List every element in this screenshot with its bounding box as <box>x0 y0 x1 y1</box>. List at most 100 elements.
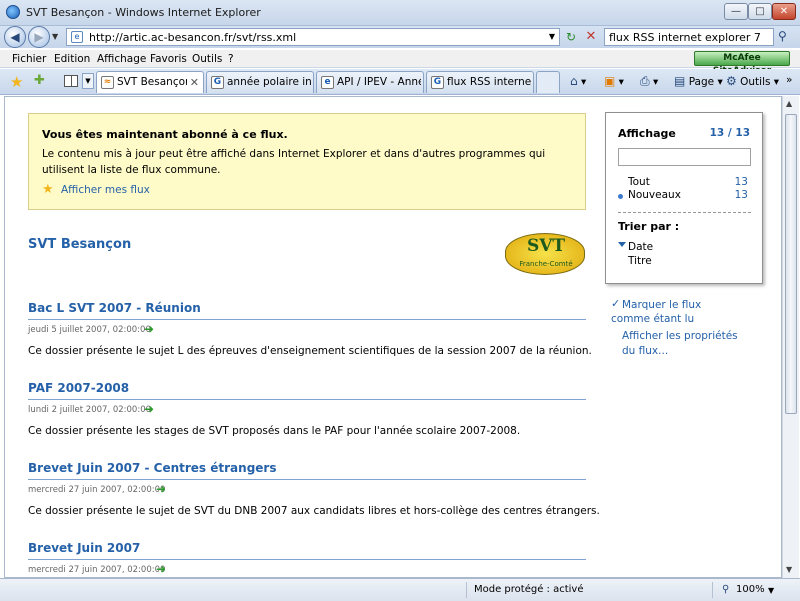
mcafee-siteadvisor-button[interactable]: McAfee SiteAdvisor <box>694 51 790 76</box>
url-dropdown-icon[interactable]: ▼ <box>549 32 555 41</box>
protected-mode-status[interactable]: Mode protégé : activé <box>474 584 583 595</box>
subscription-notice: Vous êtes maintenant abonné à ce flux. L… <box>28 113 586 210</box>
menu-fichier[interactable]: Fichier <box>12 53 46 65</box>
filter-new-link[interactable]: Nouveaux <box>628 189 681 201</box>
mark-feed-read-link-cont[interactable]: comme étant lu <box>611 312 694 327</box>
status-divider <box>712 582 713 598</box>
entry-date: mercredi 27 juin 2007, 02:00:00 <box>28 565 166 575</box>
menu-help[interactable]: ? <box>228 53 234 65</box>
entry-date: jeudi 5 juillet 2007, 02:00:00 <box>28 325 151 335</box>
vertical-scrollbar[interactable]: ▲ ▼ <box>782 96 799 578</box>
tab-label: année polaire inter... <box>227 76 311 88</box>
zoom-dropdown-icon[interactable]: ▼ <box>768 586 774 595</box>
maximize-button[interactable]: □ <box>748 3 772 20</box>
go-arrow-icon[interactable]: ➜ <box>144 402 154 416</box>
selected-dot-icon <box>618 194 623 199</box>
filter-search-input[interactable] <box>618 148 751 166</box>
scroll-down-icon[interactable]: ▼ <box>786 565 792 574</box>
toolbar-overflow-icon[interactable]: » <box>786 74 792 86</box>
quick-tabs-icon[interactable] <box>64 75 78 87</box>
url-text: http://artic.ac-besancon.fr/svt/rss.xml <box>89 31 297 44</box>
favorites-star-icon: ★ <box>42 182 54 197</box>
logo-subtext: Franche-Comté <box>519 260 573 268</box>
item-count: 13 / 13 <box>709 127 750 139</box>
add-favorite-icon[interactable]: ✚ <box>34 73 45 88</box>
search-icon[interactable]: ⚲ <box>778 29 787 43</box>
close-window-button[interactable]: ✕ <box>772 3 796 20</box>
svt-franche-comte-logo: SVT Franche-Comté <box>505 233 585 275</box>
forward-button[interactable]: ▶ <box>28 26 50 48</box>
tab-flux-rss[interactable]: G flux RSS internet ex... <box>426 71 534 93</box>
sort-heading: Trier par : <box>618 220 680 233</box>
google-icon: G <box>431 76 444 89</box>
gear-icon: ⚙ <box>726 74 737 88</box>
refresh-button[interactable]: ↻ <box>562 28 580 46</box>
tab-api-ipev[interactable]: e API / IPEV - Année ... <box>316 71 424 93</box>
tools-menu-button[interactable]: ⚙ Outils ▾ <box>726 74 779 88</box>
tab-list-dropdown[interactable]: ▼ <box>82 73 94 89</box>
scroll-up-icon[interactable]: ▲ <box>786 99 792 108</box>
menu-favoris[interactable]: Favoris <box>150 53 187 65</box>
tab-label: flux RSS internet ex... <box>447 76 531 88</box>
entry-title-link[interactable]: PAF 2007-2008 <box>28 381 586 400</box>
tab-svt-besancon[interactable]: ≈ SVT Besançon ✕ <box>96 71 204 93</box>
go-arrow-icon[interactable]: ➜ <box>144 322 154 336</box>
entry-title-link[interactable]: Brevet Juin 2007 - Centres étrangers <box>28 461 586 480</box>
tab-annee-polaire[interactable]: G année polaire inter... <box>206 71 314 93</box>
properties-line1: Afficher les propriétés <box>622 330 738 342</box>
view-my-feeds-link[interactable]: Afficher mes flux <box>61 184 150 196</box>
checkmark-icon: ✓ <box>611 297 621 310</box>
home-icon: ⌂ <box>570 74 578 88</box>
zoom-level[interactable]: 100% <box>736 584 765 595</box>
search-input[interactable]: flux RSS internet explorer 7 <box>604 28 774 46</box>
filter-new-count: 13 <box>734 189 748 201</box>
google-icon: G <box>211 76 224 89</box>
favorites-star-icon[interactable]: ★ <box>10 73 23 91</box>
notice-title: Vous êtes maintenant abonné à ce flux. <box>42 128 288 141</box>
scrollbar-thumb[interactable] <box>785 114 797 414</box>
tab-bar: ★ ✚ ▼ ≈ SVT Besançon ✕ G année polaire i… <box>0 69 800 95</box>
new-tab-button[interactable] <box>536 71 560 93</box>
entry-title-link[interactable]: Brevet Juin 2007 <box>28 541 586 560</box>
tab-label: SVT Besançon <box>117 76 187 88</box>
page-icon: e <box>321 76 334 89</box>
close-tab-icon[interactable]: ✕ <box>190 76 199 89</box>
back-button[interactable]: ◀ <box>4 26 26 48</box>
printer-icon: ⎙ <box>640 74 650 88</box>
entry-description: Ce dossier présente le sujet de SVT du D… <box>28 505 600 517</box>
feeds-button[interactable]: ▣ ▾ <box>604 74 624 88</box>
mark-read-line2: comme étant lu <box>611 313 695 325</box>
entry-date: lundi 2 juillet 2007, 02:00:00 <box>28 405 152 415</box>
menu-affichage[interactable]: Affichage <box>97 53 146 65</box>
zoom-icon: ⚲ <box>722 584 730 595</box>
minimize-button[interactable]: — <box>724 3 748 20</box>
logo-text: SVT <box>526 236 566 256</box>
go-arrow-icon[interactable]: ➜ <box>156 562 166 576</box>
filter-all-count: 13 <box>734 176 748 188</box>
tools-menu-label: Outils <box>740 76 771 88</box>
sort-by-title-link[interactable]: Titre <box>628 255 652 267</box>
entry-title-link[interactable]: Bac L SVT 2007 - Réunion <box>28 301 586 320</box>
print-button[interactable]: ⎙ ▾ <box>640 74 658 89</box>
menu-outils[interactable]: Outils <box>192 53 222 65</box>
filter-all-link[interactable]: Tout <box>628 176 650 188</box>
sort-by-date-link[interactable]: Date <box>628 241 653 253</box>
recent-pages-dropdown[interactable]: ▼ <box>52 32 58 41</box>
feed-properties-link[interactable]: Afficher les propriétés du flux... <box>622 329 738 359</box>
url-field[interactable]: e http://artic.ac-besancon.fr/svt/rss.xm… <box>66 28 560 46</box>
entry-description: Ce dossier présente les stages de SVT pr… <box>28 425 521 437</box>
stop-button[interactable]: ✕ <box>582 28 600 46</box>
menu-bar: Fichier Edition Affichage Favoris Outils… <box>0 50 800 76</box>
go-arrow-icon[interactable]: ➜ <box>156 482 166 496</box>
home-button[interactable]: ⌂ ▾ <box>570 74 586 88</box>
rss-icon: ≈ <box>101 76 114 89</box>
menu-edition[interactable]: Edition <box>54 53 90 65</box>
properties-line2: du flux... <box>622 345 669 357</box>
mark-feed-read-link[interactable]: Marquer le flux <box>622 298 701 313</box>
rss-feed-icon: ▣ <box>604 74 616 88</box>
status-bar: Mode protégé : activé ⚲ 100% ▼ <box>0 578 800 601</box>
window-title: SVT Besançon - Windows Internet Explorer <box>26 6 261 19</box>
page-menu-button[interactable]: ▤ Page ▾ <box>674 74 723 88</box>
mark-read-line1: Marquer le flux <box>622 299 702 311</box>
address-bar: ◀ ▶ ▼ e http://artic.ac-besancon.fr/svt/… <box>0 26 800 48</box>
